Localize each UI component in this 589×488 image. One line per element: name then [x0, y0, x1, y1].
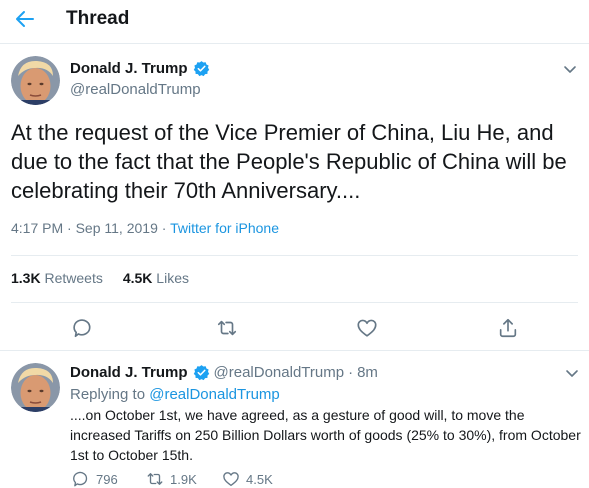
reply-icon	[72, 470, 90, 488]
reply-count: 796	[96, 471, 118, 487]
back-arrow-icon[interactable]	[14, 8, 36, 30]
retweets-stat[interactable]: 1.3K Retweets	[11, 270, 103, 286]
author-handle[interactable]: @realDonaldTrump	[70, 81, 201, 98]
meta-divider	[11, 255, 578, 256]
reply-icon[interactable]	[72, 317, 94, 339]
tweet-date[interactable]: Sep 11, 2019	[76, 220, 158, 236]
tweet-text: At the request of the Vice Premier of Ch…	[11, 120, 567, 203]
verified-badge-icon	[193, 60, 210, 77]
tweet-stats: 1.3K Retweets 4.5K Likes	[11, 270, 189, 286]
avatar[interactable]	[11, 363, 60, 412]
meta-separator-2: ·	[157, 220, 171, 236]
retweets-count: 1.3K	[11, 270, 41, 286]
reply-author-name[interactable]: Donald J. Trump	[70, 364, 188, 381]
like-icon[interactable]	[356, 317, 378, 339]
page-title: Thread	[66, 8, 130, 29]
tweet-time[interactable]: 4:17 PM	[11, 220, 63, 236]
reply-retweet-action[interactable]: 1.9K	[146, 470, 197, 488]
author-name[interactable]: Donald J. Trump	[70, 60, 210, 77]
reply-like-action[interactable]: 4.5K	[222, 470, 273, 488]
reply-author-handle[interactable]: @realDonaldTrump	[214, 364, 345, 381]
reply-separator: ·	[348, 364, 354, 381]
retweet-icon	[146, 470, 164, 488]
replying-label: Replying to	[70, 386, 146, 403]
chevron-down-icon[interactable]	[565, 366, 579, 380]
reply-time-ago[interactable]: 8m	[357, 364, 378, 381]
likes-label: Likes	[156, 270, 189, 286]
replying-to-link[interactable]: @realDonaldTrump	[149, 386, 280, 403]
chevron-down-icon[interactable]	[563, 62, 577, 76]
avatar[interactable]	[11, 56, 60, 105]
header-divider	[0, 43, 589, 44]
like-icon	[222, 470, 240, 488]
author-name-text: Donald J. Trump	[70, 60, 188, 77]
reply-text: ....on October 1st, we have agreed, as a…	[70, 407, 581, 463]
tweet-meta: 4:17 PM · Sep 11, 2019 · Twitter for iPh…	[11, 220, 279, 236]
share-icon[interactable]	[497, 317, 519, 339]
likes-stat[interactable]: 4.5K Likes	[123, 270, 189, 286]
meta-separator: ·	[63, 220, 76, 236]
like-count: 4.5K	[246, 471, 273, 487]
verified-badge-icon	[193, 364, 210, 381]
retweet-icon[interactable]	[216, 317, 238, 339]
tweet-source-link[interactable]: Twitter for iPhone	[170, 220, 279, 236]
reply-header: Donald J. Trump @realDonaldTrump · 8m	[70, 364, 378, 381]
tweet-divider	[0, 350, 589, 351]
reply-reply-action[interactable]: 796	[72, 470, 118, 488]
retweets-label: Retweets	[44, 270, 103, 286]
likes-count: 4.5K	[122, 270, 153, 286]
retweet-count: 1.9K	[170, 471, 197, 487]
replying-to: Replying to @realDonaldTrump	[70, 386, 280, 403]
stats-divider	[11, 302, 578, 303]
